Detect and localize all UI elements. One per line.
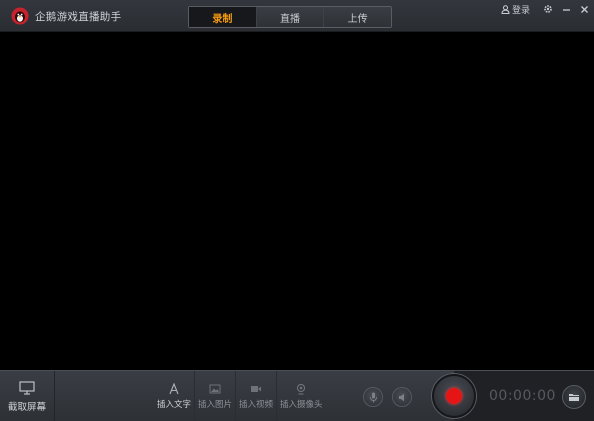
app-logo-icon — [11, 7, 29, 25]
camera-icon — [297, 383, 306, 395]
video-icon — [251, 386, 262, 392]
settings-button[interactable] — [540, 1, 556, 17]
title-bar: 企鹅游戏直播助手 录制 直播 上传 登录 — [0, 0, 594, 32]
app-title: 企鹅游戏直播助手 — [35, 11, 122, 23]
open-folder-button[interactable] — [562, 385, 586, 409]
minimize-button[interactable] — [558, 1, 574, 17]
insert-video-button[interactable]: 插入视频 — [235, 371, 276, 421]
insert-text-label: 插入文字 — [157, 400, 192, 410]
mode-tabs: 录制 直播 上传 — [188, 6, 392, 28]
minimize-icon — [562, 8, 570, 11]
tab-record[interactable]: 录制 — [189, 7, 257, 27]
close-button[interactable] — [576, 1, 592, 17]
microphone-icon — [369, 392, 377, 402]
preview-area — [0, 33, 594, 370]
insert-video-label: 插入视频 — [239, 400, 274, 410]
tab-upload[interactable]: 上传 — [324, 7, 392, 27]
insert-toolbar: 插入文字 插入图片 插入视频 插入摄像头 — [154, 371, 326, 421]
login-label: 登录 — [511, 5, 530, 16]
record-timer: 00:00:00 — [489, 388, 556, 404]
insert-camera-button[interactable]: 插入摄像头 — [276, 371, 326, 421]
folder-icon — [569, 394, 579, 401]
record-button[interactable] — [432, 374, 476, 418]
user-icon — [501, 4, 510, 14]
tab-live[interactable]: 直播 — [256, 7, 325, 27]
insert-image-button[interactable]: 插入图片 — [194, 371, 235, 421]
login-button[interactable]: 登录 — [501, 3, 530, 16]
microphone-button[interactable] — [363, 387, 383, 407]
capture-screen-button[interactable]: 截取屏幕 — [0, 371, 55, 421]
gear-icon — [544, 5, 552, 13]
insert-camera-label: 插入摄像头 — [280, 400, 323, 410]
capture-screen-label: 截取屏幕 — [7, 401, 46, 413]
bottom-toolbar: 截取屏幕 插入文字 插入图片 插入视频 插入摄像头 00:00:00 — [0, 370, 594, 421]
insert-image-label: 插入图片 — [198, 400, 233, 410]
speaker-icon — [398, 393, 404, 401]
monitor-icon — [19, 380, 35, 395]
speaker-button[interactable] — [392, 387, 412, 407]
text-icon — [169, 383, 179, 395]
image-icon — [209, 384, 221, 394]
record-dot-icon — [446, 388, 462, 404]
window-controls: 登录 — [501, 0, 594, 18]
close-icon — [580, 5, 588, 13]
insert-text-button[interactable]: 插入文字 — [154, 371, 194, 421]
